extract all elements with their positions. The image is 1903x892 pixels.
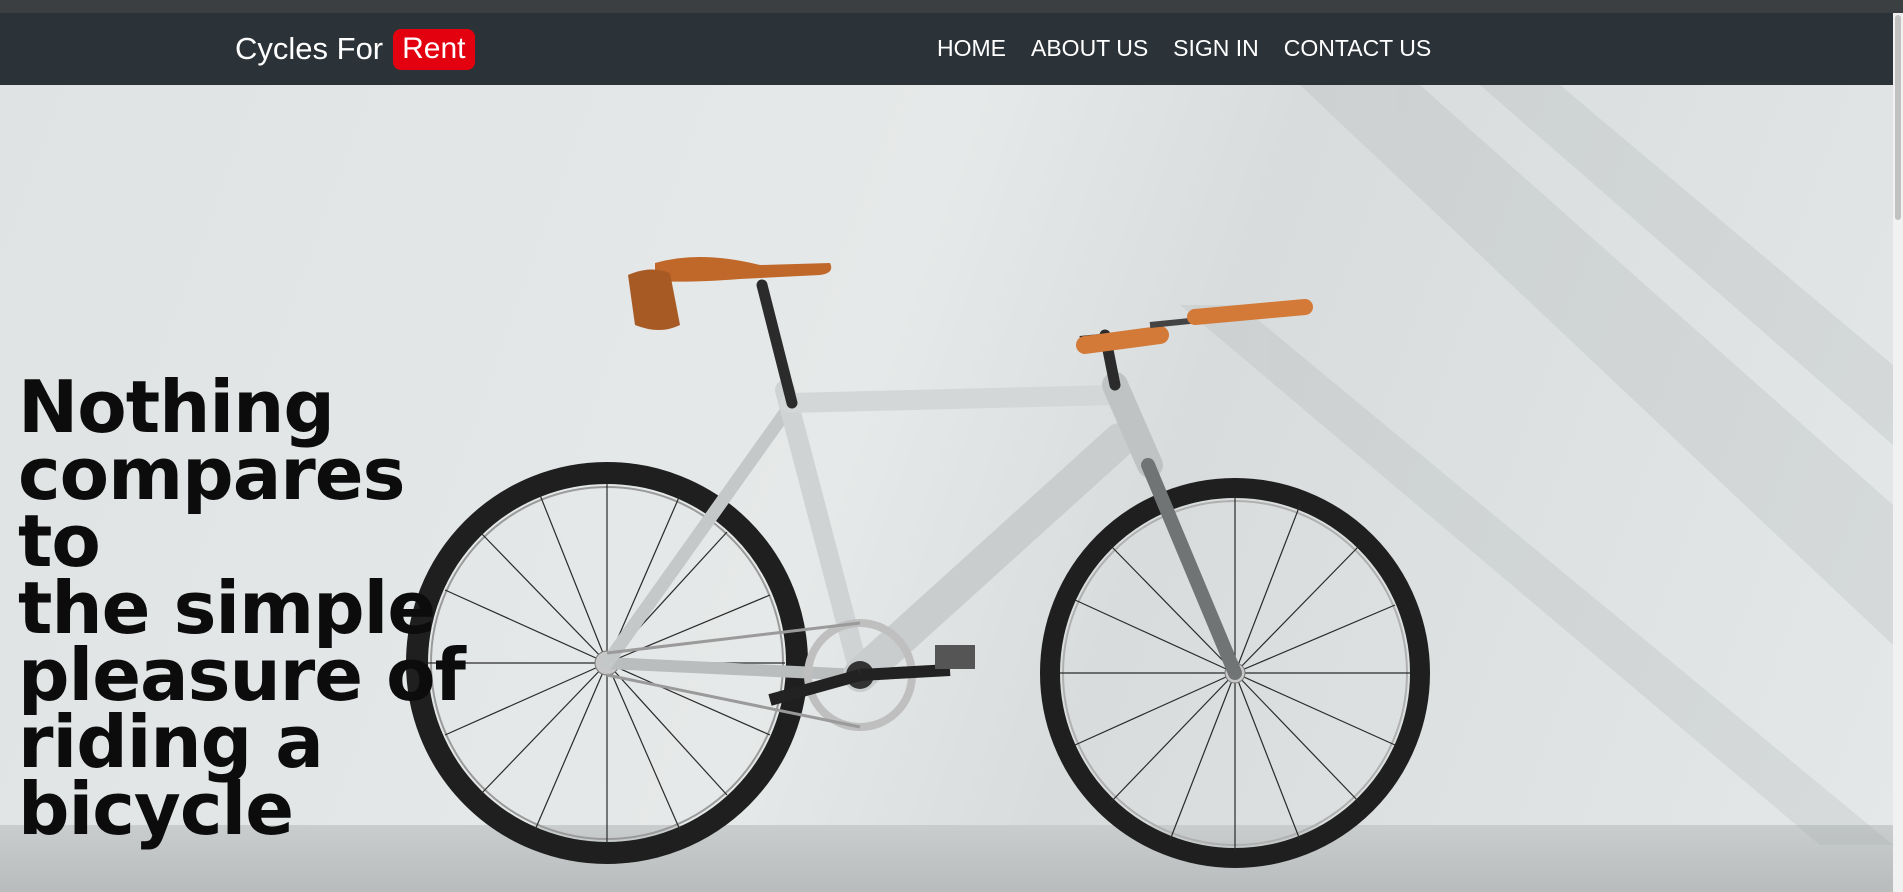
scrollbar-thumb[interactable] [1895, 15, 1901, 220]
headline-line: riding a [18, 700, 324, 784]
hero-section: Nothing compares to the simple pleasure … [0, 85, 1893, 892]
headline-line: pleasure of [18, 633, 466, 717]
main-nav: HOME ABOUT US SIGN IN CONTACT US [937, 35, 1456, 62]
headline-line: bicycle [18, 767, 294, 851]
headline-line: Nothing [18, 365, 335, 449]
headline-line: compares to [18, 432, 406, 583]
headline-line: the simple [18, 566, 436, 650]
scrollbar[interactable] [1893, 13, 1903, 892]
brand-badge: Rent [393, 28, 475, 70]
saddle [655, 256, 832, 282]
nav-home[interactable]: HOME [937, 35, 1006, 62]
brand-name: Cycles For [235, 31, 384, 66]
nav-about-us[interactable]: ABOUT US [1031, 35, 1148, 62]
nav-contact-us[interactable]: CONTACT US [1284, 35, 1431, 62]
browser-top-strip [0, 0, 1903, 13]
nav-sign-in[interactable]: SIGN IN [1173, 35, 1259, 62]
hero-headline: Nothing compares to the simple pleasure … [18, 365, 488, 851]
brand-logo[interactable]: Cycles For Rent [235, 28, 475, 70]
navbar: Cycles For Rent HOME ABOUT US SIGN IN CO… [0, 13, 1893, 85]
